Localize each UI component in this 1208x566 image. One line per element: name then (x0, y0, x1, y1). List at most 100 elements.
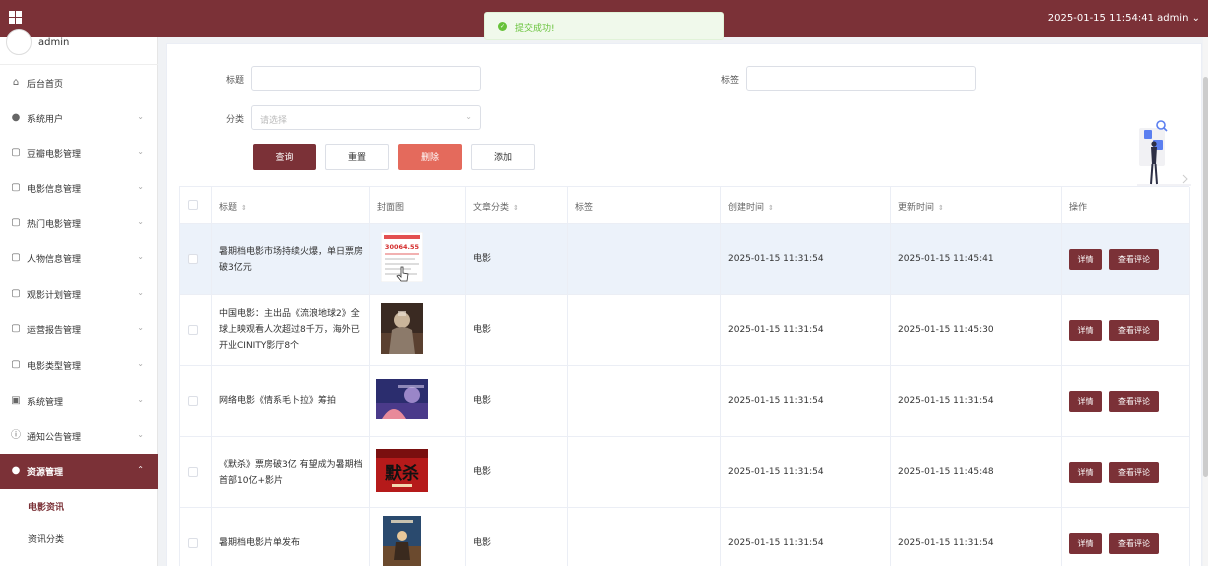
tag-label: 标签 (721, 76, 740, 86)
updated-text: 2025-01-15 11:45:41 (898, 254, 994, 264)
user-name: admin (1157, 13, 1189, 24)
image-icon: ▣ (11, 395, 21, 406)
updated-cell: 2025-01-15 11:45:48 (891, 437, 1062, 508)
sort-icon: ⇕ (938, 204, 944, 212)
sidebar-item-resources[interactable]: ● 资源管理 ⌃ (0, 454, 158, 489)
home-icon: ⌂ (12, 77, 20, 88)
scrollbar-thumb[interactable] (1203, 77, 1208, 477)
sidebar-item-label: 通知公告管理 (27, 433, 82, 443)
sidebar-item-movie-types[interactable]: ▢ 电影类型管理 ⌄ (0, 348, 158, 383)
sidebar-item-people[interactable]: ▢ 人物信息管理 ⌄ (0, 241, 158, 276)
view-comments-button[interactable]: 查看评论 (1109, 462, 1159, 483)
cover-cell (370, 366, 466, 437)
chevron-down-icon: ⌄ (137, 217, 144, 226)
tag-input[interactable] (746, 66, 976, 91)
sidebar-item-ops-report[interactable]: ▢ 运营报告管理 ⌄ (0, 312, 158, 347)
row-checkbox[interactable] (188, 325, 198, 335)
toast-message: 提交成功! (515, 24, 555, 34)
table-row[interactable]: 暑期档电影片单发布 电影 2025-01-15 11:31:54 2025-01… (180, 508, 1190, 566)
title-cell: 中国电影：主出品《流浪地球2》全 球上映观看人次超过8千万，海外已 开业CINI… (212, 295, 370, 366)
title-line: 《默杀》票房破3亿 有望成为暑期档 (219, 460, 363, 470)
menu-grid-icon[interactable] (9, 11, 22, 24)
category-text: 电影 (473, 254, 492, 264)
select-all-checkbox[interactable] (188, 200, 198, 210)
cover-image[interactable] (383, 516, 421, 566)
row-checkbox[interactable] (188, 538, 198, 548)
title-label: 标题 (226, 76, 245, 86)
sidebar-item-hot-movies[interactable]: ▢ 热门电影管理 ⌄ (0, 206, 158, 241)
table-row[interactable]: 暑期档电影市场持续火爆，单日票房 破3亿元 30064.55 电影 2025-0… (180, 224, 1190, 295)
search-person-illustration (1137, 120, 1191, 186)
delete-button[interactable]: 删除 (398, 144, 462, 170)
actions-cell: 详情 查看评论 (1062, 508, 1190, 566)
document-icon: ▢ (11, 252, 21, 263)
view-comments-button[interactable]: 查看评论 (1109, 533, 1159, 554)
sidebar-item-label: 后台首页 (27, 80, 64, 90)
sidebar-item-label: 人物信息管理 (27, 255, 82, 265)
sidebar-item-watch-plan[interactable]: ▢ 观影计划管理 ⌄ (0, 277, 158, 312)
table-row[interactable]: 中国电影：主出品《流浪地球2》全 球上映观看人次超过8千万，海外已 开业CINI… (180, 295, 1190, 366)
chevron-up-icon: ⌃ (137, 465, 144, 474)
chevron-down-icon: ⌄ (137, 430, 144, 439)
table-row[interactable]: 《默杀》票房破3亿 有望成为暑期档 首部10亿+影片 默杀 电影 2025-01… (180, 437, 1190, 508)
title-cell: 《默杀》票房破3亿 有望成为暑期档 首部10亿+影片 (212, 437, 370, 508)
title-line: 首部10亿+影片 (219, 476, 283, 486)
news-table: 标题 ⇕ 封面图 文章分类 ⇕ 标签 创建时间 ⇕ 更新时间 ⇕ 操作 暑期档电影市场持… (179, 186, 1190, 566)
cover-cell: 30064.55 (370, 224, 466, 295)
sidebar-item-home[interactable]: ⌂ 后台首页 (0, 66, 158, 101)
row-checkbox[interactable] (188, 254, 198, 264)
tag-cell (568, 366, 721, 437)
page-scrollbar[interactable] (1203, 37, 1208, 566)
row-checkbox[interactable] (188, 467, 198, 477)
table-header-actions: 操作 (1062, 187, 1190, 224)
cover-image[interactable]: 默杀 (376, 449, 428, 492)
detail-button[interactable]: 详情 (1069, 320, 1102, 341)
add-button[interactable]: 添加 (471, 144, 535, 170)
view-comments-button[interactable]: 查看评论 (1109, 249, 1159, 270)
success-toast: ✓ 提交成功! (484, 12, 724, 40)
sidebar-item-system-users[interactable]: ● 系统用户 ⌄ (0, 101, 158, 136)
title-input[interactable] (251, 66, 481, 91)
title-line: 网络电影《情系毛卜拉》筹拍 (219, 396, 337, 406)
detail-button[interactable]: 详情 (1069, 249, 1102, 270)
chevron-down-icon: ⌄ (137, 359, 144, 368)
sidebar-item-movie-info[interactable]: ▢ 电影信息管理 ⌄ (0, 171, 158, 206)
title-cell: 暑期档电影片单发布 (212, 508, 370, 566)
user-dropdown[interactable]: admin ⌄ (1157, 13, 1200, 24)
avatar (6, 29, 32, 55)
created-text: 2025-01-15 11:31:54 (728, 538, 824, 548)
sidebar-subitem-news-category[interactable]: 资讯分类 (0, 522, 158, 554)
category-select[interactable]: 请选择 ⌄ (251, 105, 481, 130)
tag-cell (568, 295, 721, 366)
row-checkbox[interactable] (188, 396, 198, 406)
table-row[interactable]: 网络电影《情系毛卜拉》筹拍 电影 2025-01-15 11:31:54 202… (180, 366, 1190, 437)
sidebar-subitem-movie-news[interactable]: 电影资讯 (0, 490, 158, 522)
column-label: 标题 (219, 203, 238, 213)
table-header-updated[interactable]: 更新时间 ⇕ (891, 187, 1062, 224)
table-header-title[interactable]: 标题 ⇕ (212, 187, 370, 224)
detail-button[interactable]: 详情 (1069, 533, 1102, 554)
chevron-down-icon: ⌄ (137, 395, 144, 404)
column-label: 文章分类 (473, 203, 510, 213)
sidebar-item-system[interactable]: ▣ 系统管理 ⌄ (0, 384, 158, 419)
detail-button[interactable]: 详情 (1069, 391, 1102, 412)
updated-cell: 2025-01-15 11:45:41 (891, 224, 1062, 295)
sidebar-item-notices[interactable]: ⓘ 通知公告管理 ⌄ (0, 419, 158, 454)
sidebar-item-douban-movies[interactable]: ▢ 豆瓣电影管理 ⌄ (0, 136, 158, 171)
view-comments-button[interactable]: 查看评论 (1109, 320, 1159, 341)
view-comments-button[interactable]: 查看评论 (1109, 391, 1159, 412)
detail-button[interactable]: 详情 (1069, 462, 1102, 483)
created-text: 2025-01-15 11:31:54 (728, 254, 824, 264)
cover-image[interactable] (376, 379, 428, 419)
chevron-down-icon: ⌄ (137, 288, 144, 297)
cover-image[interactable] (381, 303, 423, 354)
query-button[interactable]: 查询 (253, 144, 316, 170)
document-icon: ▢ (11, 182, 21, 193)
cover-cell: 默杀 (370, 437, 466, 508)
current-datetime: 2025-01-15 11:54:41 (1047, 13, 1154, 24)
table-header-created[interactable]: 创建时间 ⇕ (721, 187, 891, 224)
reset-button[interactable]: 重置 (325, 144, 389, 170)
row-select-cell (180, 437, 212, 508)
sidebar-item-label: 运营报告管理 (27, 326, 82, 336)
table-header-category[interactable]: 文章分类 ⇕ (466, 187, 568, 224)
